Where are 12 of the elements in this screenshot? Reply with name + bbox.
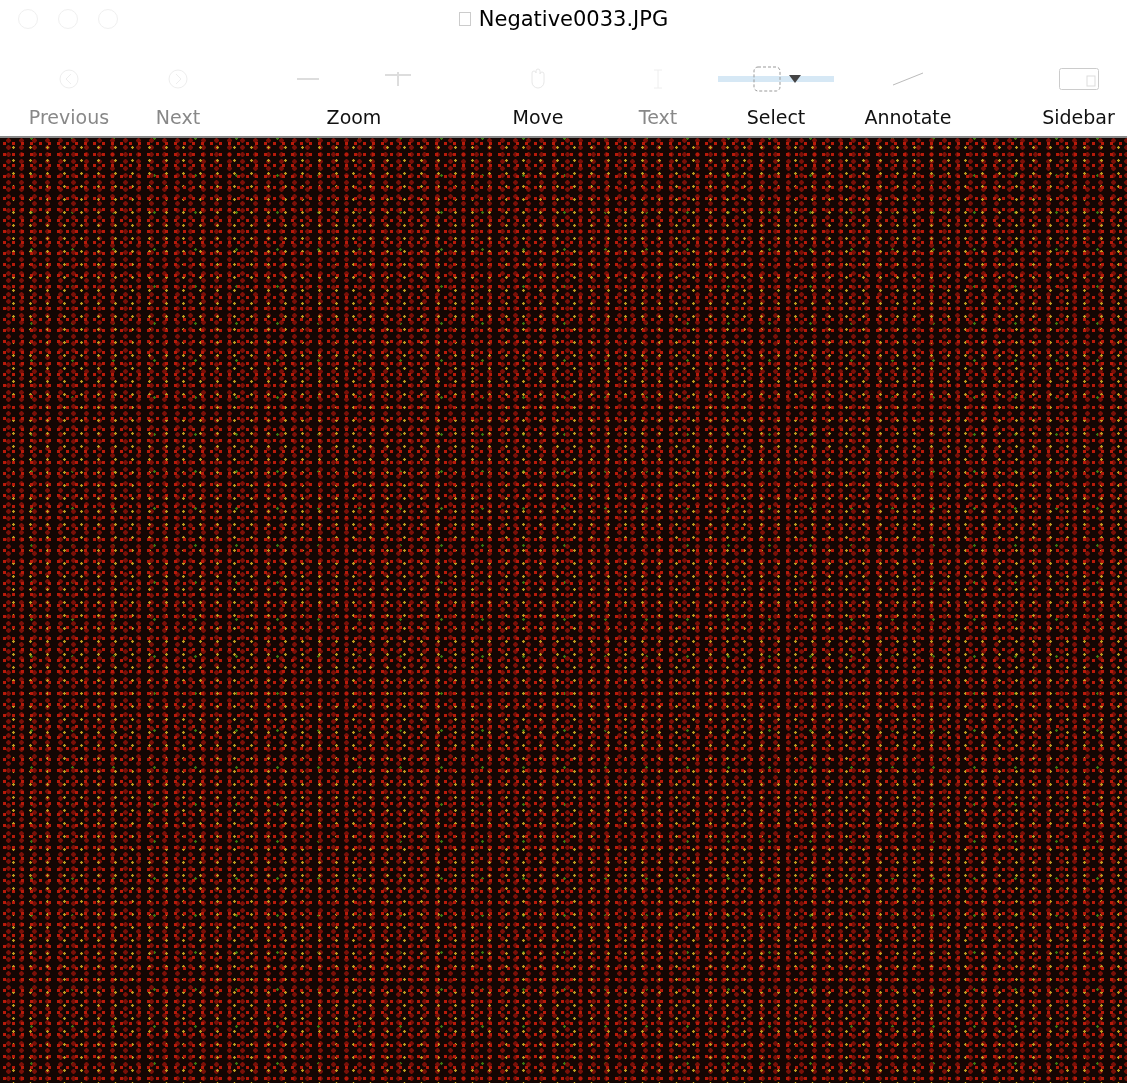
toolbar-button[interactable]: Annotate	[848, 38, 968, 136]
plus-icon	[385, 72, 411, 86]
toolbar-button[interactable]: Zoom	[284, 38, 424, 136]
toolbar-button[interactable]: Select	[718, 38, 834, 136]
document-icon	[458, 12, 471, 26]
toolbar-button[interactable]: Sidebar	[1030, 38, 1127, 136]
caret-icon	[789, 75, 801, 83]
selection-icon	[751, 64, 783, 94]
window-title: Negative0033.JPG	[478, 7, 669, 31]
pen-icon	[891, 72, 925, 86]
toolbar-button[interactable]: Move	[478, 38, 598, 136]
sidebar-icon	[1058, 68, 1099, 90]
